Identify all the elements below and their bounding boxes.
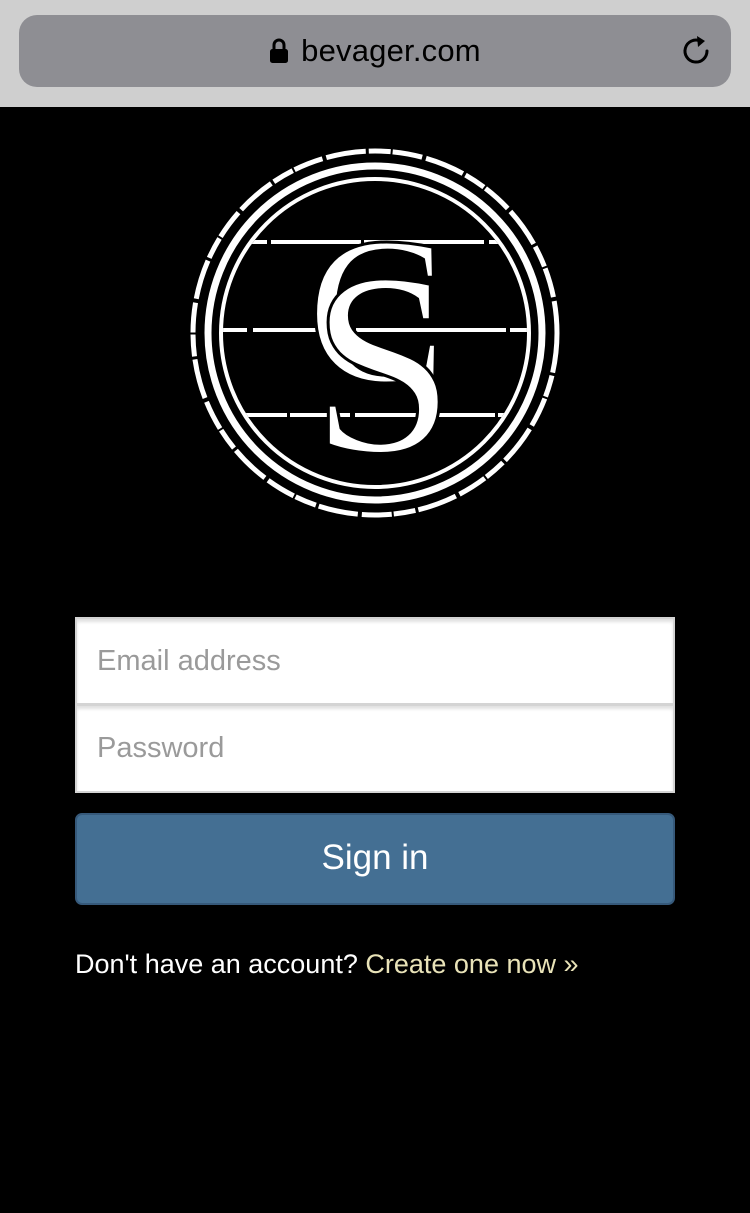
lock-icon bbox=[269, 38, 289, 64]
brand-seal-logo: C S bbox=[187, 145, 563, 521]
create-account-link[interactable]: Create one now » bbox=[365, 949, 578, 979]
reload-icon[interactable] bbox=[678, 33, 714, 69]
login-form: Sign in Don't have an account? Create on… bbox=[75, 617, 675, 980]
url-text: bevager.com bbox=[301, 33, 481, 68]
email-field[interactable] bbox=[75, 617, 675, 705]
address-center: bevager.com bbox=[269, 33, 481, 69]
password-field[interactable] bbox=[75, 705, 675, 793]
sign-in-button[interactable]: Sign in bbox=[75, 813, 675, 905]
address-bar[interactable]: bevager.com bbox=[19, 15, 731, 87]
svg-text:S: S bbox=[311, 220, 456, 508]
signup-prompt: Don't have an account? bbox=[75, 949, 358, 979]
browser-bar: bevager.com bbox=[0, 0, 750, 107]
signup-row: Don't have an account? Create one now » bbox=[75, 949, 675, 980]
login-page: C S Sign in Don't have an account? Creat… bbox=[0, 107, 750, 1213]
